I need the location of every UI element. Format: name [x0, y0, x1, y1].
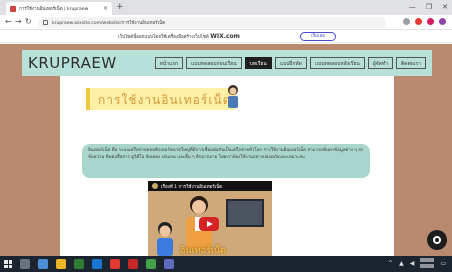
intro-paragraph: อินเทอร์เน็ต คือ ระบบเครือข่ายคอมพิวเตอร…: [88, 148, 363, 160]
os-taskbar: ^ ▲ ◀ ▭: [0, 256, 452, 272]
page-title: การใช้งานอินเทอร์เน็ต: [98, 93, 232, 107]
computer-screen-graphic: [226, 199, 264, 227]
file-explorer-icon[interactable]: [56, 259, 66, 269]
menu-posttest[interactable]: แบบทดสอบหลังเรียน: [309, 57, 365, 69]
chevron-up-icon[interactable]: ^: [388, 260, 393, 267]
reload-icon[interactable]: ↻: [25, 17, 32, 27]
profile-avatar[interactable]: [439, 18, 446, 25]
new-tab-button[interactable]: +: [116, 2, 124, 13]
youtube-video-embed[interactable]: เรื่องที่ 1 การใช้งานอินเทอร์เน็ต อินเทอ…: [148, 181, 272, 256]
browser-tab-strip: การใช้งานอินเทอร์เน็ต | krupraew × + — ❐…: [0, 0, 452, 15]
forward-icon[interactable]: →: [15, 17, 22, 27]
search-icon[interactable]: [20, 259, 30, 269]
minimize-button[interactable]: —: [409, 1, 416, 13]
teacher-avatar-icon: [228, 85, 238, 108]
wix-brand: WIX.com: [210, 33, 240, 40]
extension-icon[interactable]: [415, 18, 422, 25]
close-window-button[interactable]: ✕: [442, 1, 448, 13]
intro-text-bubble: อินเทอร์เน็ต คือ ระบบเครือข่ายคอมพิวเตอร…: [82, 144, 370, 178]
task-view-icon[interactable]: [38, 259, 48, 269]
page-title-box: การใช้งานอินเทอร์เน็ต: [86, 88, 236, 110]
menu-home[interactable]: หน้าแรก: [154, 57, 184, 69]
menu-lessons[interactable]: บทเรียน: [244, 57, 272, 69]
volume-icon[interactable]: ◀: [410, 260, 415, 267]
menu-author[interactable]: ผู้จัดทำ: [367, 57, 394, 69]
tab-close-icon[interactable]: ×: [103, 5, 108, 12]
site-header: KRUPRAEW หน้าแรก แบบทดสอบก่อนเรียน บทเรี…: [22, 50, 432, 76]
tab-title: การใช้งานอินเทอร์เน็ต | krupraew: [19, 7, 89, 12]
url-text[interactable]: krupraew.wixsite.com/website/การใช้งานอิ…: [52, 19, 165, 26]
menu-exercises[interactable]: แบบฝึกหัด: [274, 57, 307, 69]
wix-start-button[interactable]: เริ่มเลย: [300, 32, 336, 41]
favicon-icon: [10, 5, 16, 12]
wix-banner: เว็บไซต์นี้ออกแบบโดยใช้เครื่องมือสร้างเว…: [0, 30, 452, 43]
store-icon[interactable]: [74, 259, 84, 269]
edge-icon[interactable]: [92, 259, 102, 269]
lock-icon: [43, 20, 48, 25]
back-icon[interactable]: ←: [5, 17, 12, 27]
window-controls: — ❐ ✕: [409, 1, 448, 13]
app-icon[interactable]: [164, 259, 174, 269]
extension-icon[interactable]: [427, 18, 434, 25]
channel-avatar[interactable]: [152, 183, 158, 189]
menu-pretest[interactable]: แบบทดสอบก่อนเรียน: [186, 57, 242, 69]
app-icon[interactable]: [146, 259, 156, 269]
browser-tab[interactable]: การใช้งานอินเทอร์เน็ต | krupraew ×: [6, 2, 112, 15]
clock[interactable]: [420, 258, 435, 268]
student-figure-icon: [157, 222, 173, 256]
site-menu: หน้าแรก แบบทดสอบก่อนเรียน บทเรียน แบบฝึก…: [154, 57, 426, 69]
maximize-button[interactable]: ❐: [426, 1, 432, 13]
address-bar[interactable]: krupraew.wixsite.com/website/การใช้งานอิ…: [38, 17, 386, 28]
system-tray: ^ ▲ ◀ ▭: [388, 258, 446, 268]
network-icon[interactable]: ▲: [399, 260, 404, 267]
site-logo[interactable]: KRUPRAEW: [28, 54, 117, 72]
chrome-icon[interactable]: [110, 259, 120, 269]
video-caption: อินเทอร์เน็ต: [180, 246, 226, 256]
browser-toolbar: ← → ↻ krupraew.wixsite.com/website/การใช…: [0, 15, 452, 30]
taskbar-apps: [20, 259, 174, 269]
app-icon[interactable]: [128, 259, 138, 269]
notification-icon[interactable]: ▭: [440, 260, 446, 267]
star-icon[interactable]: [403, 18, 410, 25]
chat-icon[interactable]: [427, 230, 447, 250]
windows-start-icon[interactable]: [4, 260, 12, 268]
video-title-bar: เรื่องที่ 1 การใช้งานอินเทอร์เน็ต: [148, 181, 272, 191]
extension-icons: [403, 18, 446, 25]
video-title[interactable]: เรื่องที่ 1 การใช้งานอินเทอร์เน็ต: [161, 183, 222, 190]
menu-contact[interactable]: ติดต่อเรา: [396, 57, 426, 69]
wix-message: เว็บไซต์นี้ออกแบบโดยใช้เครื่องมือสร้างเว…: [118, 33, 240, 40]
play-icon[interactable]: [199, 217, 219, 231]
